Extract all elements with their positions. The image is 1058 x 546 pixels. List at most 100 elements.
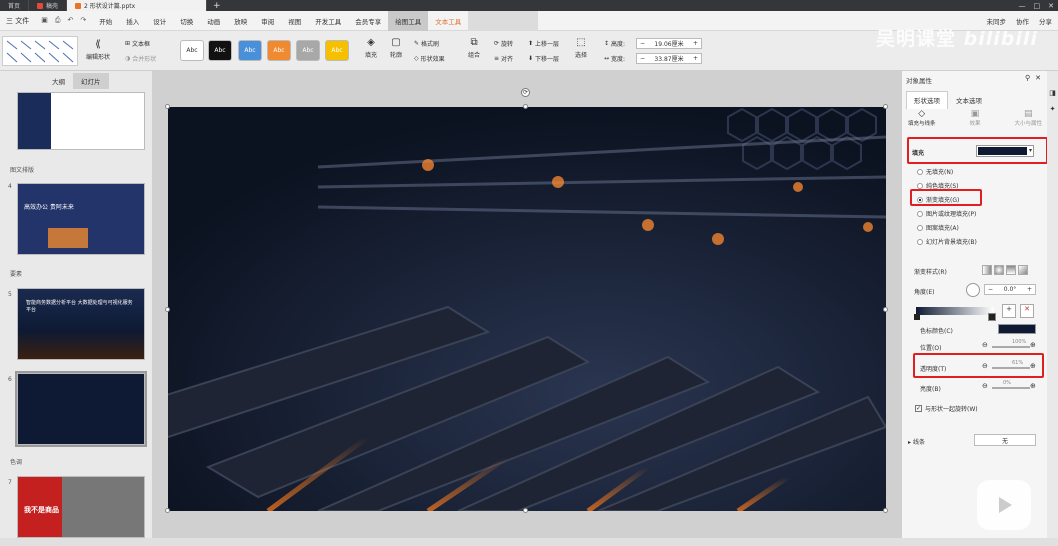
delete-stop-icon[interactable]: ✕ — [1020, 304, 1034, 318]
line-section[interactable]: ▸ 线条 — [908, 437, 925, 446]
slide4-title: 高效办公 贵阿未来 — [24, 204, 74, 211]
minus-icon[interactable]: ⊖ — [982, 341, 988, 349]
resize-handle[interactable] — [523, 508, 528, 513]
menu-review[interactable]: 审阅 — [254, 11, 281, 31]
format-brush-button[interactable]: ✎ 格式刷 — [414, 39, 439, 48]
add-stop-icon[interactable]: + — [1002, 304, 1016, 318]
outline-button[interactable]: ▢ 轮廓 — [390, 37, 402, 59]
slide-thumbnail-7[interactable]: 我不是商品 — [17, 476, 145, 538]
menu-insert[interactable]: 插入 — [119, 11, 146, 31]
tab-pptx[interactable]: 2 形状设计篇.pptx — [67, 0, 208, 11]
pin-icon[interactable]: ⚲ — [1025, 74, 1030, 82]
file-menu[interactable]: 三 文件 — [0, 16, 35, 26]
radio-picture-fill[interactable]: 图片或纹理填充(P) — [917, 209, 976, 218]
line-dropdown[interactable]: 无 — [974, 434, 1036, 446]
resize-handle[interactable] — [883, 104, 888, 109]
new-tab-button[interactable]: + — [207, 1, 227, 11]
rotate-with-shape-checkbox[interactable]: ✓ 与形状一起旋转(W) — [915, 404, 978, 413]
resize-handle[interactable] — [883, 508, 888, 513]
radial-gradient-icon[interactable] — [994, 265, 1004, 275]
tab-outline[interactable]: 大纲 — [44, 73, 73, 89]
slide-canvas[interactable] — [168, 107, 886, 511]
close-icon[interactable]: ✕ — [1035, 74, 1041, 82]
angle-dial[interactable] — [966, 283, 980, 297]
linear-gradient-icon[interactable] — [982, 265, 992, 275]
style-preset-blue[interactable]: Abc — [238, 40, 262, 61]
gradient-stop-right[interactable] — [988, 313, 996, 321]
shape-effect-button[interactable]: ◇ 形状效果 — [414, 54, 445, 63]
minimize-button[interactable]: — — [1019, 2, 1026, 10]
fill-button[interactable]: ◈ 填充 — [365, 37, 377, 59]
menu-slideshow[interactable]: 放映 — [227, 11, 254, 31]
rect-gradient-icon[interactable] — [1006, 265, 1016, 275]
align-button[interactable]: ≡ 对齐 — [494, 54, 513, 63]
resize-handle[interactable] — [165, 307, 170, 312]
slide-thumbnail-4[interactable]: 高效办公 贵阿未来 — [17, 183, 145, 255]
style-preset-yellow[interactable]: Abc — [325, 40, 349, 61]
path-gradient-icon[interactable] — [1018, 265, 1028, 275]
position-slider[interactable] — [992, 346, 1030, 348]
combine-button[interactable]: ⧉ 组合 — [468, 37, 480, 59]
slide-thumbnail-6[interactable] — [15, 371, 147, 447]
width-input[interactable]: − 33.87厘米 + — [636, 53, 702, 64]
stop-color-picker[interactable] — [998, 324, 1036, 334]
bring-forward-button[interactable]: ⬆ 上移一层 — [528, 39, 559, 48]
style-preset-orange[interactable]: Abc — [267, 40, 291, 61]
textbox-button[interactable]: ⊞ 文本框 — [125, 39, 150, 48]
format-icon[interactable]: ✦ — [1047, 105, 1058, 113]
menu-devtools[interactable]: 开发工具 — [308, 11, 348, 31]
edit-shape-button[interactable]: ⟪ 编辑形状 — [86, 39, 110, 61]
plus-icon[interactable]: ⊕ — [1030, 341, 1036, 349]
resize-handle[interactable] — [883, 307, 888, 312]
style-preset-white[interactable]: Abc — [180, 40, 204, 61]
menu-member[interactable]: 会员专享 — [348, 11, 388, 31]
save-icon[interactable]: ▣ — [41, 16, 48, 25]
redo-icon[interactable]: ↷ — [80, 16, 86, 25]
tab-text-options[interactable]: 文本选项 — [948, 91, 990, 109]
rotate-handle-icon[interactable]: ⟳ — [521, 88, 530, 97]
send-backward-button[interactable]: ⬇ 下移一层 — [528, 54, 559, 63]
select-button[interactable]: ⬚ 选择 — [575, 37, 587, 59]
radio-pattern-fill[interactable]: 图案填充(A) — [917, 223, 959, 232]
share-button[interactable]: 分享 — [1039, 16, 1052, 26]
print-icon[interactable]: ⎙ — [55, 16, 61, 25]
close-button[interactable]: ✕ — [1048, 2, 1054, 10]
play-button[interactable] — [977, 480, 1031, 530]
tab-draft[interactable]: 稿壳 — [29, 0, 68, 11]
resize-handle[interactable] — [165, 104, 170, 109]
subtab-size[interactable]: ▤ 大小与属性 — [1014, 109, 1042, 127]
maximize-button[interactable]: □ — [1034, 2, 1041, 10]
tab-home[interactable]: 首页 — [0, 0, 30, 11]
slide-thumbnail-3[interactable] — [17, 92, 145, 150]
radio-background-fill[interactable]: 幻灯片背景填充(B) — [917, 237, 977, 246]
gradient-bar[interactable] — [916, 307, 994, 315]
style-preset-black[interactable]: Abc — [208, 40, 232, 61]
merge-shape-button[interactable]: ◑ 合并形状 — [125, 54, 156, 63]
gradient-stop-left[interactable] — [914, 314, 920, 320]
tab-shape-options[interactable]: 形状选项 — [906, 91, 948, 109]
plus-icon[interactable]: ⊕ — [1030, 382, 1036, 390]
minus-icon[interactable]: ⊖ — [982, 382, 988, 390]
line-gallery[interactable] — [2, 36, 78, 66]
menu-drawing-tools[interactable]: 绘图工具 — [388, 10, 429, 31]
menu-start[interactable]: 开始 — [92, 11, 119, 31]
menu-text-tools[interactable]: 文本工具 — [428, 11, 468, 31]
resize-handle[interactable] — [165, 508, 170, 513]
menu-animation[interactable]: 动画 — [200, 11, 227, 31]
rotate-button[interactable]: ⟳ 旋转 — [494, 39, 513, 48]
style-preset-gray[interactable]: Abc — [296, 40, 320, 61]
radio-no-fill[interactable]: 无填充(N) — [917, 167, 953, 176]
brightness-slider[interactable] — [992, 387, 1030, 389]
height-input[interactable]: − 19.06厘米 + — [636, 38, 702, 49]
subtab-effects[interactable]: ▣ 效果 — [969, 109, 980, 127]
angle-input[interactable]: − 0.0° + — [984, 284, 1036, 295]
menu-design[interactable]: 设计 — [146, 11, 173, 31]
undo-icon[interactable]: ↶ — [67, 16, 73, 25]
subtab-fill-line[interactable]: ◇ 填充与线条 — [908, 109, 936, 127]
menu-view[interactable]: 视图 — [281, 11, 308, 31]
properties-icon[interactable]: ◨ — [1047, 89, 1058, 97]
menu-transition[interactable]: 切换 — [173, 11, 200, 31]
slide-thumbnail-5[interactable]: 智能商务数据分析平台 大数据处理与可视化服务平台 — [17, 288, 145, 360]
resize-handle[interactable] — [523, 104, 528, 109]
tab-slides[interactable]: 幻灯片 — [73, 73, 109, 89]
